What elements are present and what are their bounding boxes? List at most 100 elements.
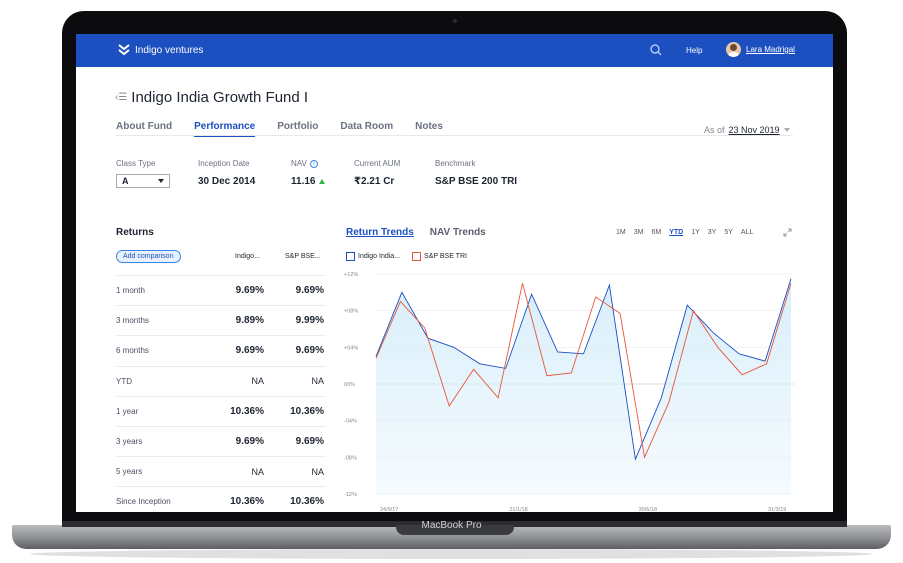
fund-return: 9.69%: [235, 436, 264, 448]
range-all[interactable]: ALL: [741, 229, 753, 236]
aum-label: Current AUM: [354, 159, 401, 168]
user-menu[interactable]: Lara Madrigal: [726, 42, 795, 57]
tab-return-trends[interactable]: Return Trends: [346, 227, 414, 238]
nav-value-wrap: 11.16: [291, 176, 326, 187]
range-5y[interactable]: 5Y: [724, 229, 733, 236]
fund-return: NA: [251, 376, 264, 387]
help-link[interactable]: Help: [686, 46, 702, 55]
inception-value: 30 Dec 2014: [198, 176, 256, 187]
nav-label-wrap: NAV i: [291, 159, 325, 168]
fund-return: 10.36%: [230, 496, 264, 508]
laptop-shadow: [30, 549, 873, 559]
bench-return: 10.36%: [290, 496, 324, 508]
class-type-label: Class Type: [116, 159, 156, 168]
as-of-label: As of: [704, 125, 725, 135]
benchmark-column-header: S&P BSE...: [285, 253, 321, 260]
fund-return: NA: [251, 466, 264, 477]
top-nav-bar: Indigo ventures Help Lara Madrigal: [76, 34, 833, 67]
tab-nav-trends[interactable]: NAV Trends: [430, 227, 486, 238]
chart-tabs: Return Trends NAV Trends: [346, 227, 486, 238]
fund-column-header: Indigo...: [235, 253, 260, 260]
period-label: 1 month: [116, 286, 145, 296]
returns-table: 1 month 9.69% 9.69% 3 months 9.89% 9.99%…: [116, 275, 326, 512]
user-name: Lara Madrigal: [746, 45, 795, 54]
as-of-date[interactable]: 23 Nov 2019: [729, 125, 780, 135]
return-trends-chart: +12% +08% +04% 00% -04% -08% -12% 24/9/17 21/1/1…: [344, 272, 794, 512]
period-label: 5 years: [116, 467, 143, 477]
period-label: Since Inception: [116, 497, 171, 507]
trend-up-icon: [319, 179, 326, 184]
table-row: 5 years NA NA: [116, 456, 326, 486]
range-1y[interactable]: 1Y: [691, 229, 700, 236]
class-type-select[interactable]: A: [116, 174, 170, 188]
page-header: ‹☰ Indigo India Growth Fund I: [115, 89, 308, 106]
returns-title: Returns: [116, 227, 154, 238]
device-label: MacBook Pro: [421, 520, 482, 531]
bench-return: 9.69%: [295, 285, 324, 297]
add-comparison-button[interactable]: Add comparison: [116, 250, 181, 263]
laptop-frame: MacBook Pro Indigo ventures Help Lara Ma…: [0, 0, 903, 563]
range-ytd[interactable]: YTD: [669, 229, 683, 236]
table-row: 1 month 9.69% 9.69%: [116, 275, 326, 305]
table-row: 6 months 9.69% 9.69%: [116, 335, 326, 365]
aum-value: ₹2.21 Cr: [354, 176, 395, 187]
benchmark-field: Benchmark S&P BSE 200 TRI: [435, 159, 517, 187]
benchmark-label: Benchmark: [435, 159, 476, 168]
period-label: 3 years: [116, 437, 143, 447]
search-icon[interactable]: [649, 43, 663, 57]
inception-label: Inception Date: [198, 159, 250, 168]
class-type-value: A: [122, 176, 129, 186]
x-tick-label: 30/6/18: [639, 507, 657, 512]
legend-label-bench: S&P BSE TRI: [424, 253, 467, 260]
x-tick-label: 24/9/17: [380, 507, 398, 512]
fund-return: 10.36%: [230, 405, 264, 417]
chevron-down-icon[interactable]: [783, 128, 790, 132]
legend-item-bench[interactable]: S&P BSE TRI: [412, 252, 467, 261]
nav-value: 11.16: [291, 176, 316, 187]
app-screen: Indigo ventures Help Lara Madrigal ‹☰ In…: [76, 34, 833, 512]
info-icon[interactable]: i: [309, 159, 318, 168]
brand-logo[interactable]: Indigo ventures: [118, 44, 203, 56]
range-3m[interactable]: 3M: [634, 229, 644, 236]
fund-return: 9.69%: [235, 345, 264, 357]
aum-field: Current AUM ₹2.21 Cr: [354, 159, 400, 187]
table-row: YTD NA NA: [116, 365, 326, 396]
back-menu-icon[interactable]: ‹☰: [115, 92, 127, 103]
period-label: 6 months: [116, 346, 149, 356]
avatar: [726, 42, 741, 57]
x-tick-label: 21/1/18: [509, 507, 527, 512]
fund-return: 9.89%: [235, 315, 264, 327]
period-label: 3 months: [116, 316, 149, 326]
bench-return: NA: [311, 466, 324, 477]
bench-return: 9.99%: [295, 315, 324, 327]
range-3y[interactable]: 3Y: [708, 229, 717, 236]
nav-field: NAV i 11.16: [291, 159, 326, 187]
brand-name: Indigo ventures: [135, 44, 204, 56]
bench-return: NA: [311, 376, 324, 387]
table-row: 3 years 9.69% 9.69%: [116, 425, 326, 456]
expand-icon[interactable]: [783, 228, 792, 237]
range-1m[interactable]: 1M: [616, 229, 626, 236]
as-of-picker[interactable]: As of 23 Nov 2019: [704, 125, 790, 135]
legend-item-fund[interactable]: Indigo India...: [346, 252, 400, 261]
y-tick-label: +04%: [344, 345, 358, 351]
y-tick-label: +12%: [344, 272, 358, 278]
bench-return: 10.36%: [290, 405, 324, 417]
y-tick-label: -12%: [344, 492, 357, 498]
y-tick-label: +08%: [344, 309, 358, 315]
chart-legend: Indigo India... S&P BSE TRI: [346, 252, 467, 261]
fund-return: 9.69%: [235, 285, 264, 297]
legend-swatch-fund: [346, 252, 355, 261]
range-6m[interactable]: 6M: [651, 229, 661, 236]
chevron-down-icon: [158, 179, 164, 183]
table-row: 3 months 9.89% 9.99%: [116, 305, 326, 335]
brand-chevron-icon: [118, 44, 130, 56]
bench-return: 9.69%: [295, 345, 324, 357]
range-selector: 1M 3M 6M YTD 1Y 3Y 5Y ALL: [616, 229, 753, 236]
tabs-divider: [116, 135, 793, 136]
inception-field: Inception Date 30 Dec 2014: [198, 159, 255, 187]
camera-icon: [453, 19, 457, 23]
y-tick-label: -08%: [344, 455, 357, 461]
table-row: 1 year 10.36% 10.36%: [116, 395, 326, 426]
table-row: Since Inception 10.36% 10.36%: [116, 486, 326, 512]
